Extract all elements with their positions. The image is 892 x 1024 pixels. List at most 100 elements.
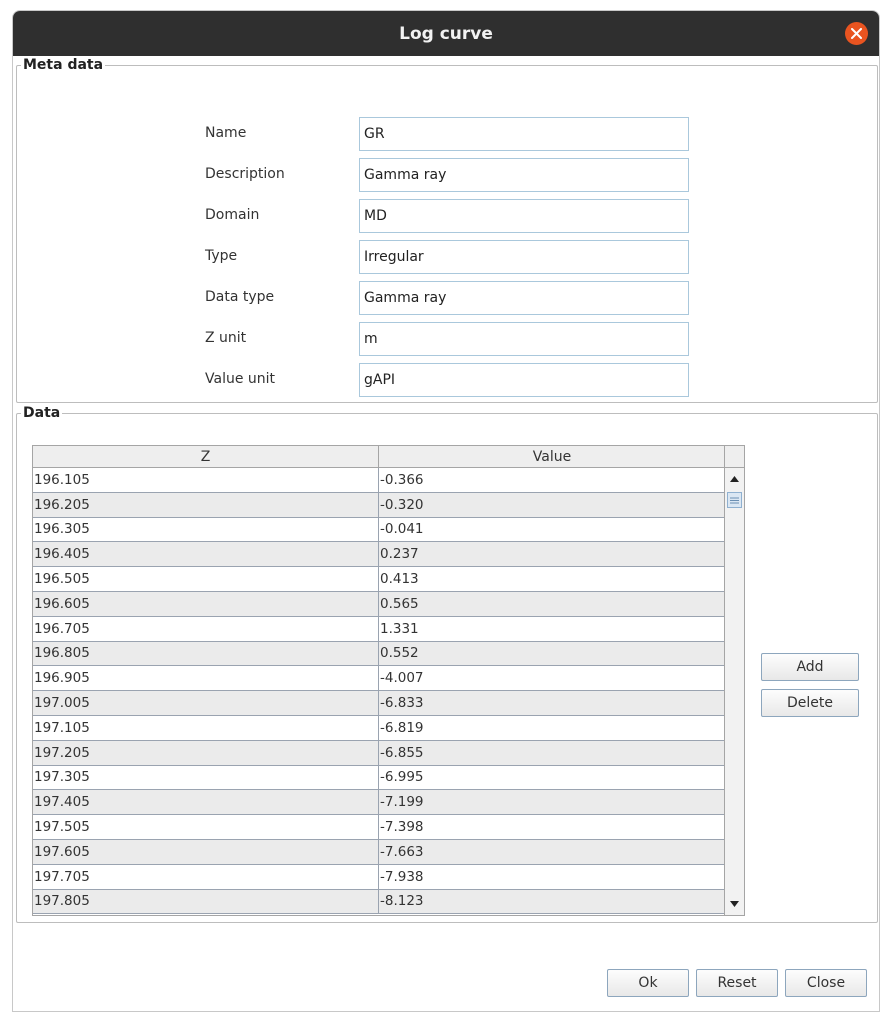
domain-field[interactable] — [359, 199, 689, 233]
delete-row-button[interactable]: Delete — [761, 689, 859, 717]
table-row[interactable]: 196.105 -0.366 — [33, 468, 725, 493]
type-row: Type — [205, 240, 705, 274]
cell-z[interactable]: 197.605 — [33, 839, 379, 864]
cell-value[interactable]: -7.199 — [379, 790, 725, 814]
cell-z[interactable]: 196.705 — [33, 616, 379, 641]
domain-row: Domain — [205, 199, 705, 233]
table-row[interactable]: 196.705 1.331 — [33, 616, 725, 642]
cell-z[interactable]: 197.205 — [33, 740, 379, 765]
cell-value[interactable]: -8.123 — [379, 890, 725, 914]
scroll-up-button[interactable] — [726, 470, 743, 488]
cell-z[interactable]: 197.005 — [33, 691, 379, 715]
z-unit-row: Z unit — [205, 322, 705, 356]
cell-value[interactable]: -6.819 — [379, 716, 725, 740]
meta-data-group: Meta data Name Description Domain Type D… — [16, 57, 878, 403]
data-type-field[interactable] — [359, 281, 689, 315]
table-row[interactable]: 197.505 -7.398 — [33, 815, 725, 840]
cell-value[interactable]: 1.331 — [379, 617, 725, 641]
table-header: Z Value — [33, 446, 725, 468]
table-body: 196.105 -0.366 196.205 -0.320 196.305 -0.041 1… — [33, 468, 725, 915]
table-row[interactable]: 196.905 -4.007 — [33, 666, 725, 692]
cell-z[interactable]: 197.405 — [33, 790, 379, 815]
name-label: Name — [205, 125, 247, 141]
value-unit-row: Value unit — [205, 363, 705, 397]
table-row[interactable]: 197.205 -6.855 — [33, 740, 725, 766]
name-field[interactable] — [359, 117, 689, 151]
table-row[interactable]: 196.305 -0.041 — [33, 517, 725, 543]
table-row[interactable]: 197.805 -8.123 — [33, 889, 725, 915]
scroll-down-button[interactable] — [726, 895, 743, 913]
cell-value[interactable]: -4.007 — [379, 666, 725, 690]
table-header-corner — [724, 446, 744, 468]
cell-value[interactable]: -0.366 — [379, 468, 725, 492]
table-row[interactable]: 196.505 0.413 — [33, 567, 725, 592]
data-type-row: Data type — [205, 281, 705, 315]
cell-z[interactable]: 197.305 — [33, 765, 379, 790]
reset-button[interactable]: Reset — [696, 969, 778, 997]
description-row: Description — [205, 158, 705, 192]
cell-z[interactable]: 196.505 — [33, 567, 379, 591]
data-group: Data Z Value 196.105 -0.366 196.205 -0.320 1… — [16, 405, 878, 923]
table-row[interactable]: 196.405 0.237 — [33, 542, 725, 568]
title-bar[interactable]: Log curve — [13, 11, 879, 56]
ok-button[interactable]: Ok — [607, 969, 689, 997]
cell-value[interactable]: 0.565 — [379, 592, 725, 616]
add-row-button[interactable]: Add — [761, 653, 859, 681]
table-row[interactable]: 197.705 -7.938 — [33, 864, 725, 890]
log-curve-dialog: Log curve Meta data Name Description Dom… — [12, 10, 880, 1012]
z-unit-label: Z unit — [205, 330, 247, 346]
cell-z[interactable]: 196.305 — [33, 517, 379, 542]
cell-value[interactable]: -0.320 — [379, 493, 725, 517]
close-button[interactable]: Close — [785, 969, 867, 997]
data-type-label: Data type — [205, 289, 275, 305]
cell-z[interactable]: 196.105 — [33, 468, 379, 492]
cell-value[interactable]: -6.833 — [379, 691, 725, 715]
description-label: Description — [205, 166, 285, 182]
table-row[interactable]: 197.605 -7.663 — [33, 839, 725, 865]
type-label: Type — [205, 248, 238, 264]
cell-value[interactable]: -6.995 — [379, 766, 725, 790]
value-unit-field[interactable] — [359, 363, 689, 397]
cell-z[interactable]: 196.605 — [33, 591, 379, 616]
arrow-up-icon — [730, 476, 739, 482]
vertical-scrollbar[interactable] — [724, 468, 744, 915]
cell-value[interactable]: 0.552 — [379, 642, 725, 666]
table-row[interactable]: 196.205 -0.320 — [33, 492, 725, 518]
table-row[interactable]: 197.405 -7.199 — [33, 790, 725, 816]
data-legend: Data — [23, 405, 61, 421]
cell-z[interactable]: 196.905 — [33, 666, 379, 691]
description-field[interactable] — [359, 158, 689, 192]
grip-icon — [730, 497, 739, 503]
cell-z[interactable]: 197.105 — [33, 715, 379, 740]
meta-data-legend: Meta data — [23, 57, 104, 73]
value-unit-label: Value unit — [205, 371, 276, 387]
cell-z[interactable]: 197.705 — [33, 864, 379, 889]
close-icon — [851, 28, 862, 39]
table-row[interactable]: 197.005 -6.833 — [33, 691, 725, 716]
type-field[interactable] — [359, 240, 689, 274]
cell-z[interactable]: 196.405 — [33, 542, 379, 567]
domain-label: Domain — [205, 207, 260, 223]
cell-value[interactable]: -7.938 — [379, 865, 725, 889]
cell-z[interactable]: 197.805 — [33, 889, 379, 914]
arrow-down-icon — [730, 901, 739, 907]
column-header-value[interactable]: Value — [379, 446, 725, 468]
cell-z[interactable]: 196.205 — [33, 492, 379, 517]
cell-z[interactable]: 197.505 — [33, 815, 379, 839]
z-unit-field[interactable] — [359, 322, 689, 356]
scroll-thumb[interactable] — [727, 492, 742, 508]
cell-value[interactable]: -7.398 — [379, 815, 725, 839]
cell-value[interactable]: 0.413 — [379, 567, 725, 591]
column-header-z[interactable]: Z — [33, 446, 379, 468]
dialog-title: Log curve — [399, 23, 493, 44]
cell-value[interactable]: 0.237 — [379, 542, 725, 566]
cell-value[interactable]: -7.663 — [379, 840, 725, 864]
cell-value[interactable]: -6.855 — [379, 741, 725, 765]
cell-value[interactable]: -0.041 — [379, 518, 725, 542]
cell-z[interactable]: 196.805 — [33, 641, 379, 666]
table-row[interactable]: 196.805 0.552 — [33, 641, 725, 667]
table-row[interactable]: 197.305 -6.995 — [33, 765, 725, 791]
table-row[interactable]: 196.605 0.565 — [33, 591, 725, 617]
window-close-button[interactable] — [845, 22, 868, 45]
table-row[interactable]: 197.105 -6.819 — [33, 715, 725, 741]
